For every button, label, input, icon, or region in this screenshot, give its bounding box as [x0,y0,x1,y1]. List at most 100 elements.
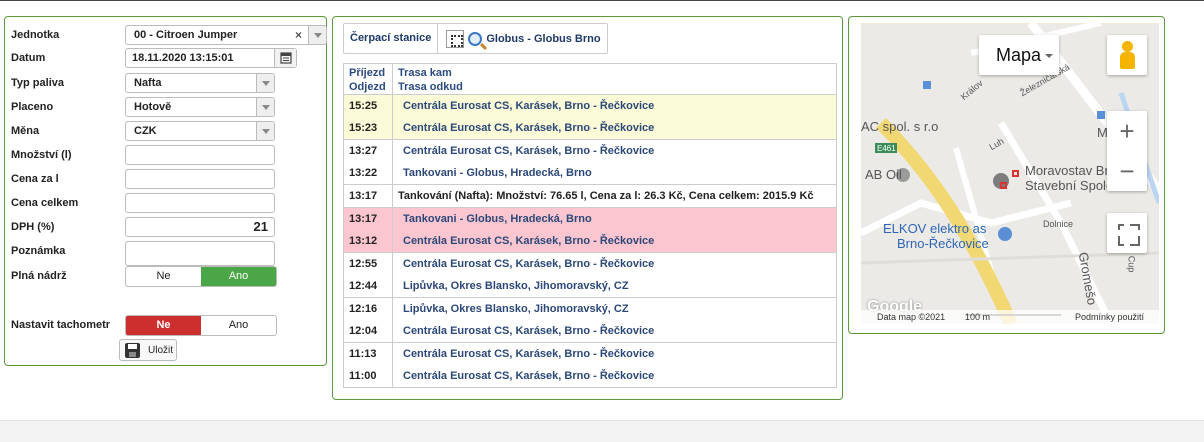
zoom-control: + − [1107,111,1147,191]
unit-value: 00 - Citroen Jumper [134,29,238,41]
full-tank-no-option[interactable]: Ne [126,267,201,286]
unit-select[interactable]: 00 - Citroen Jumper × [125,25,327,45]
map-scale[interactable]: 100 m [965,310,990,324]
odometer-no-option[interactable]: Ne [126,316,201,335]
table-row[interactable]: 11:13 Centrála Eurosat CS, Karásek, Brno … [343,341,837,365]
odometer-toggle[interactable]: Ne Ano [125,315,277,336]
trip-route: Centrála Eurosat CS, Karásek, Brno - Řeč… [392,94,837,117]
fuel-type-label: Typ paliva [11,77,64,89]
table-row[interactable]: 15:25 Centrála Eurosat CS, Karásek, Brno … [343,94,837,117]
table-header: Příjezd Odjezd Trasa kam Trasa odkud [343,63,837,95]
note-textarea[interactable] [125,241,275,266]
trip-time: 13:22 [343,162,393,185]
full-tank-yes-option[interactable]: Ano [201,267,276,286]
trip-route: Tankovani - Globus, Hradecká, Brno [392,206,837,230]
table-row[interactable]: 12:16 Lipůvka, Okres Blansko, Jihomoravsk… [343,296,837,320]
table-row[interactable]: 15:23 Centrála Eurosat CS, Karásek, Brno … [343,117,837,140]
paid-select[interactable]: Hotově [125,97,275,117]
chevron-down-icon[interactable] [308,26,326,44]
map-type-button[interactable]: Mapa [979,35,1059,75]
trip-time: 15:25 [343,94,393,117]
table-row[interactable]: 13:22 Tankovani - Globus, Hradecká, Brno [343,162,837,185]
trip-route: Centrála Eurosat CS, Karásek, Brno - Řeč… [392,341,837,365]
road-label: E461 [877,144,896,153]
clear-icon[interactable]: × [295,28,302,42]
time-header: Příjezd Odjezd [343,63,393,95]
map-terms-link[interactable]: Podmínky použití [1075,310,1144,324]
trips-panel: Čerpací stanice Globus - Globus Brno Pří… [332,16,843,400]
street-view-pegman-icon[interactable] [1107,35,1147,75]
fuel-type-value: Nafta [134,77,162,89]
fuel-type-select[interactable]: Nafta [125,73,275,93]
table-row[interactable]: 13:17 Tankovani - Globus, Hradecká, Brno [343,206,837,230]
trip-route: Centrála Eurosat CS, Karásek, Brno - Řeč… [392,251,837,275]
vat-input[interactable]: 21 [125,217,275,237]
tab-fuel-station[interactable]: Čerpací stanice [344,24,439,53]
full-tank-toggle[interactable]: Ne Ano [125,266,277,287]
currency-select[interactable]: CZK [125,121,275,141]
total-price-row: Cena celkem [11,193,321,213]
fullscreen-icon[interactable] [1107,213,1147,253]
quantity-input[interactable] [125,145,275,165]
focus-icon[interactable] [446,29,465,48]
search-icon[interactable] [468,31,483,46]
paid-row: Placeno Hotově [11,97,321,117]
odometer-label: Nastavit tachometr [11,319,111,331]
arrive-header: Příjezd [349,67,386,79]
save-label: Uložit [148,345,174,356]
table-row[interactable]: 13:12 Centrála Eurosat CS, Karásek, Brno … [343,229,837,252]
total-price-label: Cena celkem [11,197,79,209]
route-to-header: Trasa kam [398,67,452,79]
paid-value: Hotově [134,101,172,113]
map-label-elkov-1: ELKOV elektro as [883,221,987,236]
table-row[interactable]: 13:27 Centrála Eurosat CS, Karásek, Brno … [343,139,837,162]
map-label-elkov-2: Brno-Řečkovice [897,236,989,251]
unit-row: Jednotka 00 - Citroen Jumper × [11,25,327,45]
odometer-yes-option[interactable]: Ano [201,316,276,335]
vat-row: DPH (%) 21 [11,217,321,237]
trip-time: 12:16 [343,296,393,320]
map-attribution: Data map ©2021 100 m Podmínky použití [861,310,1159,324]
chevron-down-icon[interactable] [256,74,274,92]
note-row: Poznámka [11,241,321,266]
station-name: Globus - Globus Brno [486,32,601,45]
date-input[interactable]: 18.11.2020 13:15:01 [125,48,297,68]
unit-price-input[interactable] [125,169,275,189]
trip-route: Lipůvka, Okres Blansko, Jihomoravský, CZ [392,296,837,320]
table-row[interactable]: 12:04 Centrála Eurosat CS, Karásek, Brno … [343,319,837,342]
save-button[interactable]: Uložit [119,339,177,361]
note-label: Poznámka [11,245,66,257]
map-panel: E461 AC spol. s r.o AB Oil Mora Moravost… [848,16,1165,334]
total-price-input[interactable] [125,193,275,213]
trip-route: Tankování (Nafta): Množství: 76.65 l, Ce… [392,184,837,207]
odometer-row: Nastavit tachometr Ne Ano [11,315,321,336]
unit-price-label: Cena za l [11,173,59,185]
depart-header: Odjezd [349,81,386,93]
trip-time: 15:23 [343,117,393,140]
table-row[interactable]: 12:44 Lipůvka, Okres Blansko, Jihomoravsk… [343,274,837,297]
floppy-disk-icon [125,343,140,358]
table-row[interactable]: 13:17 Tankování (Nafta): Množství: 76.65 … [343,184,837,207]
map-label-cup: Cup [1126,255,1137,273]
trip-time: 12:55 [343,251,393,275]
chevron-down-icon[interactable] [256,98,274,116]
table-row[interactable]: 11:00 Centrála Eurosat CS, Karásek, Brno … [343,364,837,387]
map-label-ab-oil: AB Oil [865,167,902,182]
map[interactable]: E461 AC spol. s r.o AB Oil Mora Moravost… [861,23,1159,324]
full-tank-row: Plná nádrž Ne Ano [11,266,321,287]
trip-route: Centrála Eurosat CS, Karásek, Brno - Řeč… [392,319,837,342]
unit-label: Jednotka [11,29,60,41]
quantity-label: Množství (l) [11,149,72,161]
trips-body: 15:25 Centrála Eurosat CS, Karásek, Brno … [343,94,837,387]
date-value: 18.11.2020 13:15:01 [132,52,234,64]
chevron-down-icon[interactable] [256,122,274,140]
caret-down-icon [1045,54,1054,59]
trip-route: Centrála Eurosat CS, Karásek, Brno - Řeč… [392,117,837,140]
table-row[interactable]: 12:55 Centrála Eurosat CS, Karásek, Brno … [343,251,837,275]
zoom-in-button[interactable]: + [1107,111,1147,151]
top-border [0,0,1204,1]
trip-time: 11:13 [343,341,393,365]
zoom-out-button[interactable]: − [1107,151,1147,191]
calendar-icon[interactable] [274,49,296,67]
route-from-header: Trasa odkud [398,81,463,93]
